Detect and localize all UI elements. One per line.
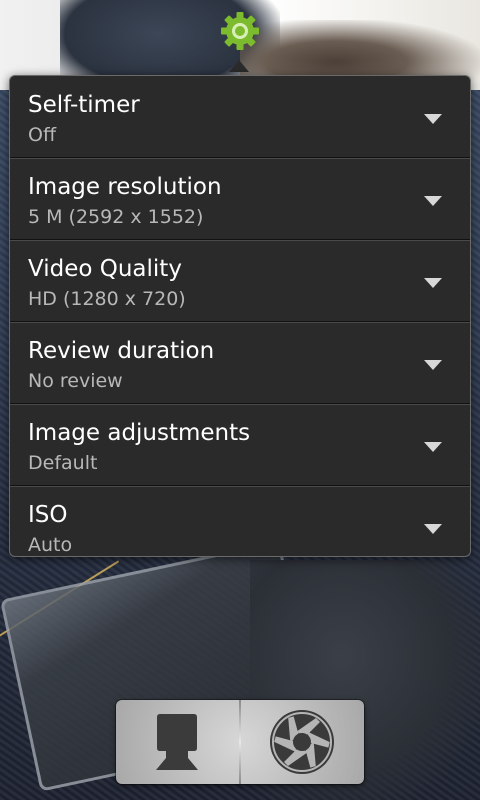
- chevron-down-icon[interactable]: [424, 442, 442, 452]
- camera-mode-switch-button[interactable]: [116, 700, 239, 784]
- chevron-down-icon[interactable]: [424, 114, 442, 124]
- setting-value: 5 M (2592 x 1552): [28, 206, 204, 228]
- setting-row-self-timer[interactable]: Self-timer Off: [10, 76, 470, 158]
- chevron-down-icon[interactable]: [424, 360, 442, 370]
- popup-pointer: [229, 60, 249, 72]
- setting-value: Off: [28, 124, 57, 146]
- chevron-down-icon[interactable]: [424, 524, 442, 534]
- aperture-icon: [270, 710, 334, 774]
- setting-label: Review duration: [28, 338, 215, 364]
- shutter-button[interactable]: [241, 700, 364, 784]
- camera-control-bar: [116, 700, 364, 784]
- setting-row-iso[interactable]: ISO Auto: [10, 486, 470, 556]
- setting-label: Image resolution: [28, 174, 222, 200]
- chevron-down-icon[interactable]: [424, 196, 442, 206]
- setting-label: Video Quality: [28, 256, 182, 282]
- setting-row-image-resolution[interactable]: Image resolution 5 M (2592 x 1552): [10, 158, 470, 240]
- setting-label: Image adjustments: [28, 420, 251, 446]
- setting-row-review-duration[interactable]: Review duration No review: [10, 322, 470, 404]
- setting-label: Self-timer: [28, 92, 140, 118]
- setting-value: HD (1280 x 720): [28, 288, 186, 310]
- setting-value: No review: [28, 370, 123, 392]
- setting-value: Default: [28, 452, 98, 474]
- setting-row-video-quality[interactable]: Video Quality HD (1280 x 720): [10, 240, 470, 322]
- camera-mode-icon: [156, 714, 198, 770]
- chevron-down-icon[interactable]: [424, 278, 442, 288]
- setting-value: Auto: [28, 534, 73, 556]
- setting-label: ISO: [28, 502, 68, 528]
- setting-row-image-adjustments[interactable]: Image adjustments Default: [10, 404, 470, 486]
- camera-settings-popup: Self-timer Off Image resolution 5 M (259…: [9, 75, 471, 557]
- settings-gear-icon[interactable]: [219, 10, 261, 52]
